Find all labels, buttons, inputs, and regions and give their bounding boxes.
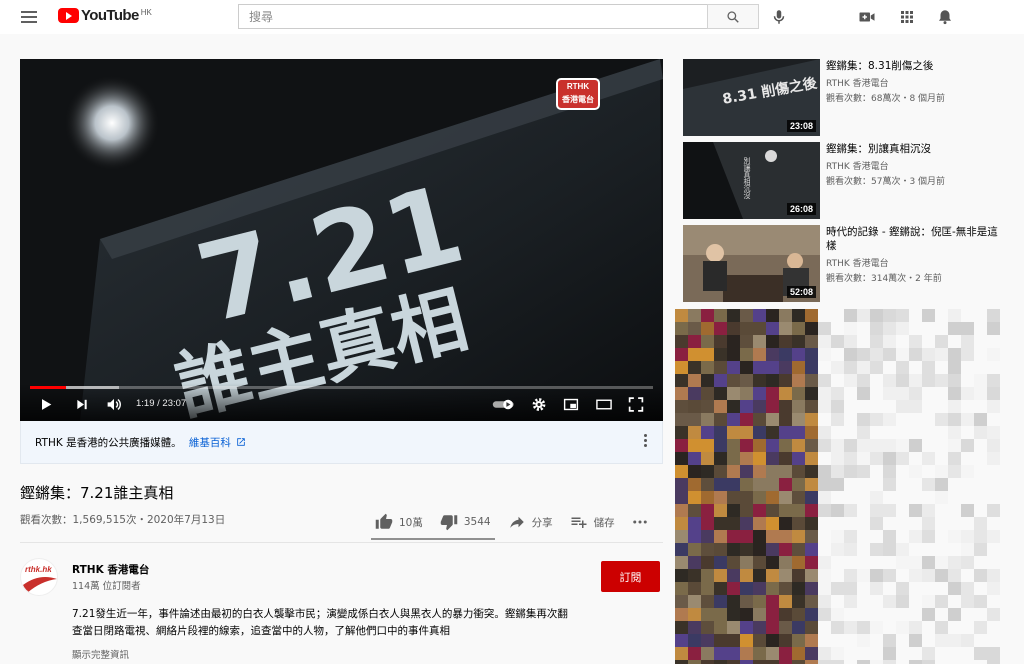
recommendation-channel: RTHK 香港電台 — [826, 259, 889, 269]
settings-gear-icon[interactable] — [530, 396, 548, 413]
watermark-line1: RTHK — [566, 82, 590, 91]
rthk-watermark: RTHK 香港電台 — [556, 78, 600, 110]
recommendation-thumbnail: 別讓真相沉沒 26:08 — [683, 142, 820, 219]
next-video-icon[interactable] — [74, 396, 90, 413]
recommendation-title: 鏗鏘集：別讓真相沉沒 — [826, 143, 931, 155]
video-frame: 7.21 誰主真相 — [20, 59, 663, 421]
like-count: 10萬 — [399, 516, 423, 529]
info-panel: RTHK 是香港的公共廣播媒體。 維基百科 — [20, 421, 663, 464]
playlist-add-icon — [571, 517, 587, 528]
video-description: 7.21發生近一年，事件論述由最初的白衣人襲擊市民；演變成係白衣人與黑衣人的暴力… — [72, 608, 568, 637]
video-duration: 52:08 — [786, 286, 816, 298]
menu-icon[interactable] — [21, 11, 37, 23]
recommendation-thumbnail: 8.31 削傷之後 23:08 — [683, 59, 820, 136]
avatar-swoosh — [23, 577, 57, 593]
youtube-logo[interactable]: YouTube HK — [58, 8, 152, 26]
search-input[interactable] — [238, 4, 707, 29]
recommendation-title: 鏗鏘集：8.31削傷之後 — [826, 60, 934, 72]
play-icon[interactable] — [38, 396, 54, 413]
recommendation-meta: 觀看次數：57萬次・3 個月前 — [826, 177, 946, 187]
progress-bar[interactable] — [30, 386, 653, 389]
recommendation-channel: RTHK 香港電台 — [826, 79, 889, 89]
channel-avatar[interactable]: rthk.hk — [20, 558, 58, 596]
miniplayer-icon[interactable] — [561, 396, 581, 413]
logo-text: YouTube — [81, 7, 139, 24]
sentiment-bar — [371, 538, 495, 540]
thumbs-down-icon — [440, 515, 458, 531]
wikipedia-link[interactable]: 維基百科 — [189, 437, 246, 449]
like-button[interactable]: 10萬 — [374, 513, 423, 531]
search-bar — [238, 4, 759, 29]
video-player[interactable]: 7.21 誰主真相 RTHK 香港電台 1:19 / 23:07 — [20, 59, 663, 421]
youtube-play-icon — [58, 8, 79, 23]
autoplay-toggle-icon[interactable] — [492, 396, 516, 413]
recommendation-item[interactable]: 別讓真相沉沒 26:08 鏗鏘集：別讓真相沉沒 RTHK 香港電台 觀看次數：5… — [683, 142, 1013, 219]
masthead: YouTube HK — [0, 0, 1024, 34]
blurred-recommendations — [675, 309, 1024, 664]
recommendation-item[interactable]: 52:08 時代的記錄 - 鏗鏘說：倪匡-無非是這樣 RTHK 香港電台 觀看次… — [683, 225, 1013, 302]
video-duration: 23:08 — [786, 120, 816, 132]
sentiment-likes-fill — [371, 538, 491, 540]
microphone-icon[interactable] — [770, 8, 788, 26]
subscriber-count: 114萬 位訂閱者 — [72, 581, 141, 592]
theater-mode-icon[interactable] — [594, 396, 614, 413]
recommendation-meta: 觀看次數：314萬次・2 年前 — [826, 274, 942, 284]
recommendation-item[interactable]: 8.31 削傷之後 23:08 鏗鏘集：8.31削傷之後 RTHK 香港電台 觀… — [683, 59, 1013, 136]
show-more-link[interactable]: 顯示完整資訊 — [72, 647, 129, 661]
more-actions-button[interactable] — [631, 513, 654, 531]
video-duration: 26:08 — [786, 203, 816, 215]
thumbs-up-icon — [375, 513, 393, 529]
recommendation-title: 時代的記錄 - 鏗鏘說：倪匡-無非是這樣 — [826, 226, 998, 252]
divider — [20, 542, 663, 543]
dislike-button[interactable]: 3544 — [439, 513, 491, 531]
video-actions: 10萬 3544 分享 儲存 — [374, 512, 670, 532]
recommendation-meta: 觀看次數：68萬次・8 個月前 — [826, 94, 946, 104]
logo-region: HK — [140, 8, 152, 17]
share-button[interactable]: 分享 — [507, 513, 553, 531]
channel-name[interactable]: RTHK 香港電台 — [72, 562, 149, 577]
fullscreen-icon[interactable] — [627, 396, 645, 413]
search-icon — [727, 10, 739, 23]
wikipedia-link-label: 維基百科 — [188, 437, 231, 449]
player-controls: 1:19 / 23:07 — [20, 383, 663, 421]
progress-played — [30, 386, 66, 389]
subscribe-button[interactable]: 訂閱 — [601, 561, 660, 592]
create-video-icon[interactable] — [858, 8, 876, 26]
recommendation-thumbnail: 52:08 — [683, 225, 820, 302]
recommendation-channel: RTHK 香港電台 — [826, 162, 889, 172]
info-panel-text: RTHK 是香港的公共廣播媒體。 — [35, 437, 182, 449]
time-display: 1:19 / 23:07 — [136, 398, 187, 409]
share-arrow-icon — [509, 516, 524, 528]
view-count-date: 觀看次數：1,569,515次・2020年7月13日 — [20, 514, 226, 526]
volume-icon[interactable] — [105, 396, 123, 413]
apps-icon[interactable] — [898, 8, 916, 26]
info-panel-content: RTHK 是香港的公共廣播媒體。 維基百科 — [35, 435, 246, 450]
more-options-icon[interactable] — [644, 434, 648, 449]
video-title: 鏗鏘集：7.21誰主真相 — [20, 484, 174, 502]
share-label: 分享 — [531, 516, 553, 529]
save-label: 儲存 — [593, 516, 615, 529]
thumbnail-text: 別讓真相沉沒 — [743, 156, 751, 200]
more-horizontal-icon — [632, 520, 647, 524]
external-link-icon — [237, 438, 246, 446]
watermark-line2: 香港電台 — [562, 95, 594, 104]
save-button[interactable]: 儲存 — [569, 513, 615, 531]
search-button[interactable] — [707, 4, 759, 29]
dislike-count: 3544 — [463, 516, 491, 528]
notifications-bell-icon[interactable] — [936, 8, 954, 26]
